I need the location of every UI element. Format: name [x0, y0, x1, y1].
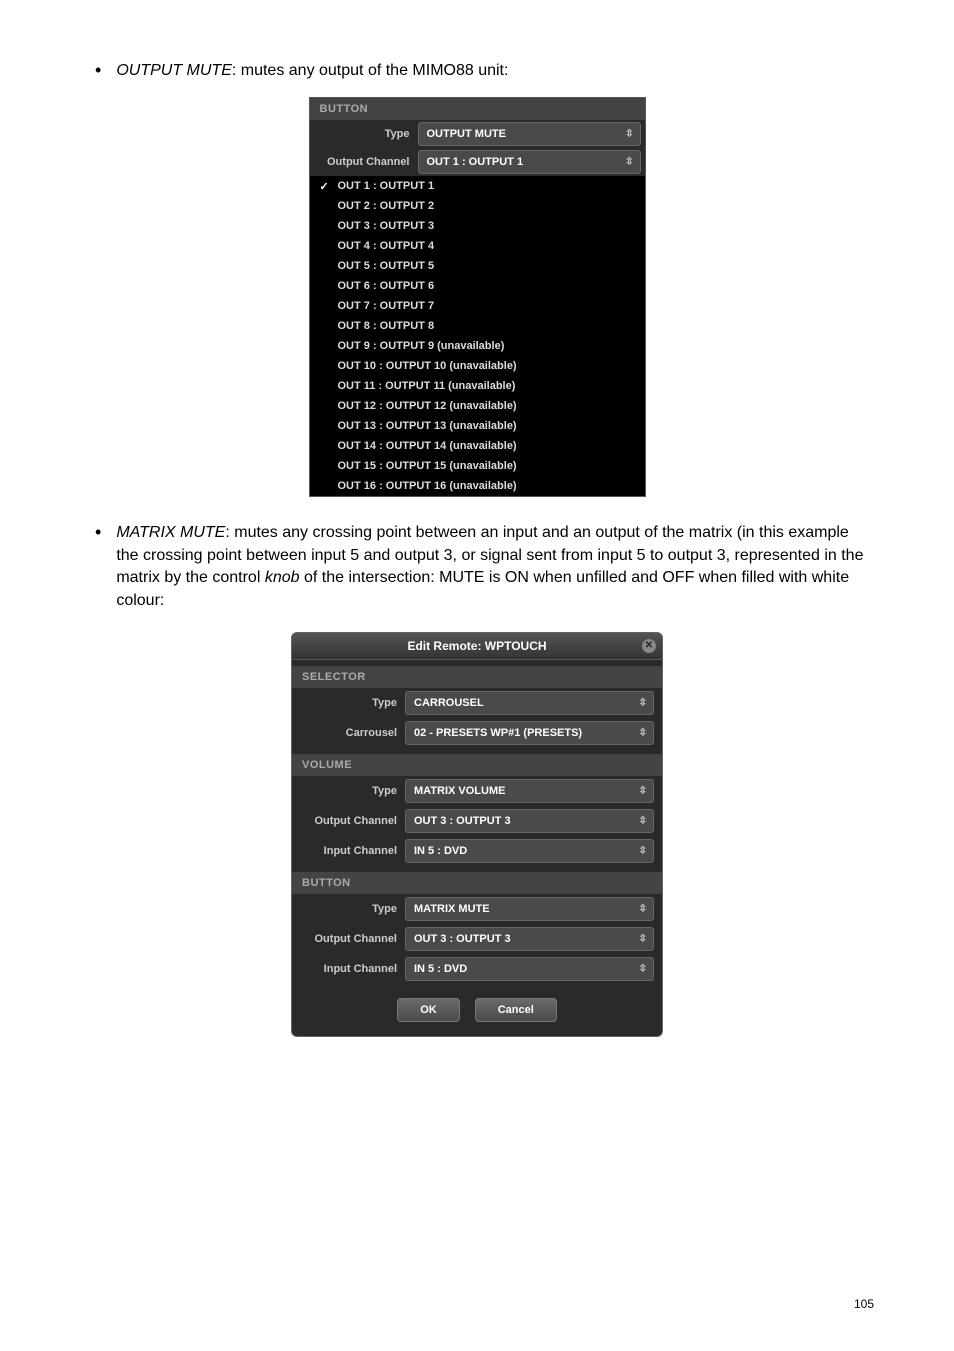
select-value: OUT 3 : OUTPUT 3 [414, 933, 511, 945]
label-type: Type [310, 128, 418, 140]
close-icon[interactable]: ✕ [642, 639, 656, 653]
row-output-channel: Output Channel OUT 1 : OUTPUT 1 ⇳ [310, 148, 645, 176]
select-output-channel-value: OUT 1 : OUTPUT 1 [427, 156, 524, 168]
select-type[interactable]: OUTPUT MUTE ⇳ [418, 122, 641, 146]
dropdown-item[interactable]: OUT 8 : OUTPUT 8 [310, 316, 645, 336]
chevron-updown-icon: ⇳ [639, 815, 647, 826]
select-volume-output-channel[interactable]: OUT 3 : OUTPUT 3 ⇳ [405, 809, 654, 833]
section-header-button: BUTTON [292, 872, 662, 894]
select-value: CARROUSEL [414, 697, 484, 709]
dropdown-item[interactable]: OUT 1 : OUTPUT 1 [310, 176, 645, 196]
desc-output-mute: : mutes any output of the MIMO88 unit: [232, 62, 509, 79]
chevron-updown-icon: ⇳ [639, 697, 647, 708]
chevron-updown-icon: ⇳ [639, 903, 647, 914]
select-value: 02 - PRESETS WP#1 (PRESETS) [414, 727, 582, 739]
select-volume-type[interactable]: MATRIX VOLUME ⇳ [405, 779, 654, 803]
select-carrousel[interactable]: 02 - PRESETS WP#1 (PRESETS) ⇳ [405, 721, 654, 745]
chevron-updown-icon: ⇳ [639, 785, 647, 796]
dialog-title-text: Edit Remote: WPTOUCH [407, 639, 546, 653]
dialog-button-row: OK Cancel [292, 984, 662, 1036]
chevron-updown-icon: ⇳ [639, 727, 647, 738]
term-matrix-mute: MATRIX MUTE [116, 524, 225, 541]
label-carrousel: Carrousel [292, 727, 405, 739]
dropdown-item[interactable]: OUT 11 : OUTPUT 11 (unavailable) [310, 376, 645, 396]
dropdown-item[interactable]: OUT 9 : OUTPUT 9 (unavailable) [310, 336, 645, 356]
label-output-channel: Output Channel [292, 933, 405, 945]
section-header-selector: SELECTOR [292, 666, 662, 688]
row-volume-type: Type MATRIX VOLUME ⇳ [292, 776, 662, 806]
dropdown-item[interactable]: OUT 6 : OUTPUT 6 [310, 276, 645, 296]
chevron-updown-icon: ⇳ [639, 933, 647, 944]
ok-button[interactable]: OK [397, 998, 460, 1022]
dropdown-item[interactable]: OUT 4 : OUTPUT 4 [310, 236, 645, 256]
select-output-channel[interactable]: OUT 1 : OUTPUT 1 ⇳ [418, 150, 641, 174]
label-input-channel: Input Channel [292, 963, 405, 975]
dropdown-item[interactable]: OUT 7 : OUTPUT 7 [310, 296, 645, 316]
chevron-updown-icon: ⇳ [639, 845, 647, 856]
dropdown-item[interactable]: OUT 15 : OUTPUT 15 (unavailable) [310, 456, 645, 476]
dialog-title: Edit Remote: WPTOUCH ✕ [292, 633, 662, 660]
bullet-text: MATRIX MUTE: mutes any crossing point be… [116, 522, 874, 612]
select-button-type[interactable]: MATRIX MUTE ⇳ [405, 897, 654, 921]
select-type-value: OUTPUT MUTE [427, 128, 506, 140]
bullet-dot: • [95, 522, 101, 543]
select-value: IN 5 : DVD [414, 845, 467, 857]
row-type: Type OUTPUT MUTE ⇳ [310, 120, 645, 148]
page-number: 105 [854, 1297, 874, 1311]
dropdown-item[interactable]: OUT 10 : OUTPUT 10 (unavailable) [310, 356, 645, 376]
chevron-updown-icon: ⇳ [625, 129, 633, 140]
chevron-updown-icon: ⇳ [639, 963, 647, 974]
bullet-text: OUTPUT MUTE: mutes any output of the MIM… [116, 60, 874, 82]
label-output-channel: Output Channel [310, 156, 418, 168]
cancel-button[interactable]: Cancel [475, 998, 557, 1022]
select-volume-input-channel[interactable]: IN 5 : DVD ⇳ [405, 839, 654, 863]
select-value: MATRIX VOLUME [414, 785, 505, 797]
dropdown-item[interactable]: OUT 13 : OUTPUT 13 (unavailable) [310, 416, 645, 436]
dropdown-item[interactable]: OUT 5 : OUTPUT 5 [310, 256, 645, 276]
chevron-updown-icon: ⇳ [625, 157, 633, 168]
dropdown-item[interactable]: OUT 2 : OUTPUT 2 [310, 196, 645, 216]
select-selector-type[interactable]: CARROUSEL ⇳ [405, 691, 654, 715]
row-volume-outch: Output Channel OUT 3 : OUTPUT 3 ⇳ [292, 806, 662, 836]
label-output-channel: Output Channel [292, 815, 405, 827]
row-volume-inch: Input Channel IN 5 : DVD ⇳ [292, 836, 662, 866]
select-value: OUT 3 : OUTPUT 3 [414, 815, 511, 827]
term-output-mute: OUTPUT MUTE [116, 62, 232, 79]
term-knob: knob [265, 569, 300, 586]
label-type: Type [292, 903, 405, 915]
select-button-input-channel[interactable]: IN 5 : DVD ⇳ [405, 957, 654, 981]
select-value: MATRIX MUTE [414, 903, 490, 915]
dropdown-item[interactable]: OUT 16 : OUTPUT 16 (unavailable) [310, 476, 645, 496]
select-button-output-channel[interactable]: OUT 3 : OUTPUT 3 ⇳ [405, 927, 654, 951]
row-button-type: Type MATRIX MUTE ⇳ [292, 894, 662, 924]
dropdown-output-channel: OUT 1 : OUTPUT 1 OUT 2 : OUTPUT 2 OUT 3 … [310, 176, 645, 496]
dropdown-item[interactable]: OUT 14 : OUTPUT 14 (unavailable) [310, 436, 645, 456]
section-header-volume: VOLUME [292, 754, 662, 776]
bullet-matrix-mute: • MATRIX MUTE: mutes any crossing point … [80, 522, 874, 612]
panel-button-output-mute: BUTTON Type OUTPUT MUTE ⇳ Output Channel… [309, 97, 646, 497]
dropdown-item[interactable]: OUT 12 : OUTPUT 12 (unavailable) [310, 396, 645, 416]
section-header-button: BUTTON [310, 98, 645, 120]
select-value: IN 5 : DVD [414, 963, 467, 975]
dialog-edit-remote: Edit Remote: WPTOUCH ✕ SELECTOR Type CAR… [291, 632, 663, 1037]
row-button-outch: Output Channel OUT 3 : OUTPUT 3 ⇳ [292, 924, 662, 954]
label-input-channel: Input Channel [292, 845, 405, 857]
bullet-dot: • [95, 60, 101, 81]
label-type: Type [292, 785, 405, 797]
dropdown-item[interactable]: OUT 3 : OUTPUT 3 [310, 216, 645, 236]
row-button-inch: Input Channel IN 5 : DVD ⇳ [292, 954, 662, 984]
row-selector-type: Type CARROUSEL ⇳ [292, 688, 662, 718]
bullet-output-mute: • OUTPUT MUTE: mutes any output of the M… [80, 60, 874, 82]
label-type: Type [292, 697, 405, 709]
row-carrousel: Carrousel 02 - PRESETS WP#1 (PRESETS) ⇳ [292, 718, 662, 748]
